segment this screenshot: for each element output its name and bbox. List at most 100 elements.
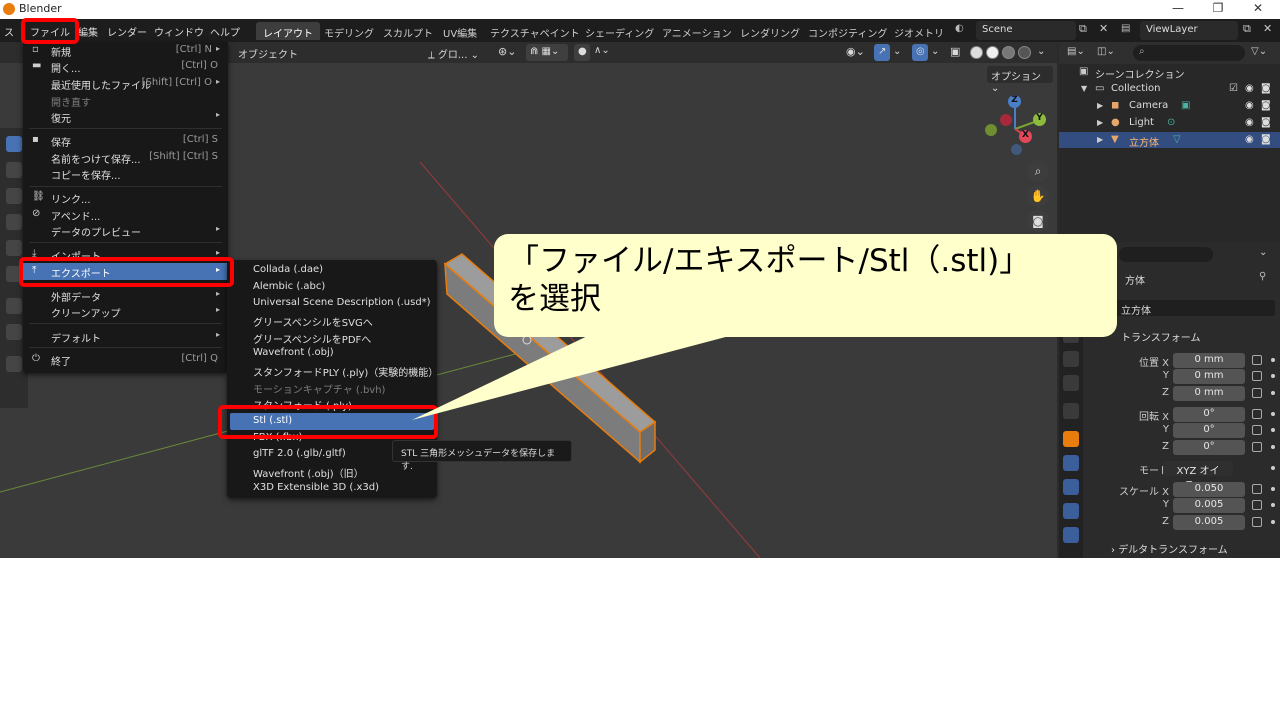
lock-icon[interactable] [1252, 409, 1262, 419]
location-y-field[interactable]: 0 mm [1173, 369, 1245, 384]
tab-geometry[interactable]: ジオメトリ [887, 22, 951, 40]
close-icon[interactable]: ✕ [1248, 1, 1268, 17]
rotation-mode-select[interactable]: XYZ オイラ...⌄ [1163, 461, 1233, 492]
expand-icon[interactable]: ▶ [1097, 118, 1103, 127]
keyframe-dot-icon[interactable] [1271, 428, 1275, 432]
tab-texture-paint[interactable]: テクスチャペイント [483, 22, 587, 40]
menu-item-cleanup[interactable]: クリーンアップ ▸ [23, 303, 228, 320]
delete-scene-icon[interactable]: ✕ [1099, 22, 1108, 35]
outliner-light[interactable]: ▶ ● Light ⊙ ◉ ◙ [1059, 115, 1280, 131]
lock-icon[interactable] [1252, 484, 1262, 494]
menu-item-open[interactable]: ▬ 開く... [Ctrl] O [23, 58, 228, 75]
export-gpencil-pdf[interactable]: グリースペンシルをPDFへ [227, 329, 437, 346]
export-usd[interactable]: Universal Scene Description (.usd*) [227, 295, 437, 312]
view-layer-selector[interactable]: ViewLayer [1140, 21, 1238, 40]
editor-type-icon[interactable]: ▤⌄ [1067, 46, 1085, 57]
properties-search-input[interactable] [1119, 247, 1213, 262]
lock-icon[interactable] [1252, 425, 1262, 435]
filter-icon[interactable]: ▽⌄ [1251, 46, 1267, 57]
menu-item-save[interactable]: ▪ 保存 [Ctrl] S [23, 132, 228, 149]
pan-hand-icon[interactable]: ✋ [1027, 185, 1049, 207]
tab-compositing[interactable]: コンポジティング [801, 22, 894, 40]
snap-icon[interactable]: ⋒ ▦⌄ [526, 44, 568, 61]
transform-orientation[interactable]: ⟂ グロ... ⌄ [428, 46, 479, 61]
maximize-icon[interactable]: ❐ [1208, 1, 1228, 17]
lock-icon[interactable] [1252, 388, 1262, 398]
tab-physics-icon[interactable] [1063, 503, 1079, 519]
scene-selector[interactable]: Scene [976, 21, 1076, 40]
view-layer-icon[interactable]: ▤ [1121, 23, 1130, 34]
minimize-icon[interactable]: — [1168, 1, 1188, 17]
options-button[interactable]: オプション ⌄ [987, 66, 1053, 94]
tab-shading[interactable]: シェーディング [578, 22, 661, 40]
tab-object-icon[interactable] [1063, 431, 1079, 447]
shading-solid-icon[interactable] [986, 46, 999, 59]
tab-modeling[interactable]: モデリング [317, 22, 381, 40]
shading-dropdown-icon[interactable]: ⌄ [1037, 46, 1045, 57]
menu-edit[interactable]: 編集 [78, 24, 98, 39]
outliner-scene-collection[interactable]: ▣ シーンコレクション [1059, 64, 1280, 81]
export-collada[interactable]: Collada (.dae) [227, 262, 437, 279]
menu-item-quit[interactable]: ⏻ 終了 [Ctrl] Q [23, 351, 228, 368]
camera-render-icon[interactable]: ◙ [1261, 83, 1271, 94]
object-name-field[interactable]: 立方体 [1115, 300, 1275, 317]
falloff-icon[interactable]: ∧⌄ [594, 45, 610, 56]
tab-uv-editing[interactable]: UV編集 [436, 22, 484, 40]
menu-item-recent[interactable]: 最近使用したファイル [Shift] [Ctrl] O ▸ [23, 75, 228, 92]
menu-item-recover[interactable]: 復元 ▸ [23, 108, 228, 125]
menu-item-link[interactable]: ⛓ リンク... [23, 189, 228, 206]
outliner-camera[interactable]: ▶ ◼ Camera ▣ ◉ ◙ [1059, 98, 1280, 114]
gizmo-neg-y-icon[interactable] [985, 124, 997, 136]
export-x3d[interactable]: X3D Extensible 3D (.x3d) [227, 480, 437, 497]
zoom-icon[interactable]: ⌕ [1027, 160, 1049, 182]
rotation-y-field[interactable]: 0° [1173, 423, 1245, 438]
menu-window[interactable]: ウィンドウ [154, 24, 204, 39]
tab-particles-icon[interactable] [1063, 479, 1079, 495]
cursor-icon[interactable] [6, 162, 22, 178]
properties-options-icon[interactable]: ⌄ [1259, 247, 1267, 258]
shading-material-icon[interactable] [1002, 46, 1015, 59]
tab-constraints-icon[interactable] [1063, 527, 1079, 543]
camera-view-icon[interactable]: ◙ [1027, 210, 1049, 232]
visibility-icon[interactable]: ◉⌄ [846, 45, 865, 58]
pin-icon[interactable]: ⚲ [1259, 271, 1266, 282]
keyframe-dot-icon[interactable] [1271, 487, 1275, 491]
lock-icon[interactable] [1252, 500, 1262, 510]
keyframe-dot-icon[interactable] [1271, 374, 1275, 378]
expand-icon[interactable]: ▶ [1097, 135, 1103, 144]
move-icon[interactable] [6, 188, 22, 204]
expand-icon[interactable]: ▶ [1097, 101, 1103, 110]
tab-world-icon[interactable] [1063, 375, 1079, 391]
lock-icon[interactable] [1252, 355, 1262, 365]
tab-sculpt[interactable]: スカルプト [376, 22, 440, 40]
scale-z-field[interactable]: 0.005 [1173, 515, 1245, 530]
shading-rendered-icon[interactable] [1018, 46, 1031, 59]
pivot-icon[interactable]: ⊛⌄ [498, 45, 516, 58]
select-box-icon[interactable] [6, 136, 22, 152]
menu-render[interactable]: レンダー [107, 24, 147, 39]
menu-item-save-as[interactable]: 名前をつけて保存... [Shift] [Ctrl] S [23, 149, 228, 166]
rotation-z-field[interactable]: 0° [1173, 440, 1245, 455]
scale-x-field[interactable]: 0.050 [1173, 482, 1245, 497]
scale-icon[interactable] [6, 240, 22, 256]
tab-scene-icon[interactable] [1063, 351, 1079, 367]
gizmo-z-icon[interactable]: Z [1008, 95, 1021, 108]
measure-icon[interactable] [6, 324, 22, 340]
tab-animation[interactable]: アニメーション [655, 22, 739, 40]
tab-collection-icon[interactable] [1063, 403, 1079, 419]
annotate-icon[interactable] [6, 298, 22, 314]
gizmo-neg-z-icon[interactable] [1011, 144, 1022, 155]
tab-modifier-icon[interactable] [1063, 455, 1079, 471]
tab-rendering[interactable]: レンダリング [733, 22, 807, 40]
eye-icon[interactable]: ◉ [1245, 117, 1254, 128]
proportional-edit-icon[interactable]: ● [574, 44, 590, 61]
keyframe-dot-icon[interactable] [1271, 503, 1275, 507]
keyframe-dot-icon[interactable] [1271, 358, 1275, 362]
keyframe-dot-icon[interactable] [1271, 391, 1275, 395]
lock-icon[interactable] [1252, 371, 1262, 381]
camera-render-icon[interactable]: ◙ [1261, 100, 1271, 111]
rotation-x-field[interactable]: 0° [1173, 407, 1245, 422]
menu-item-external-data[interactable]: 外部データ ▸ [23, 287, 228, 304]
location-z-field[interactable]: 0 mm [1173, 386, 1245, 401]
lock-icon[interactable] [1252, 517, 1262, 527]
